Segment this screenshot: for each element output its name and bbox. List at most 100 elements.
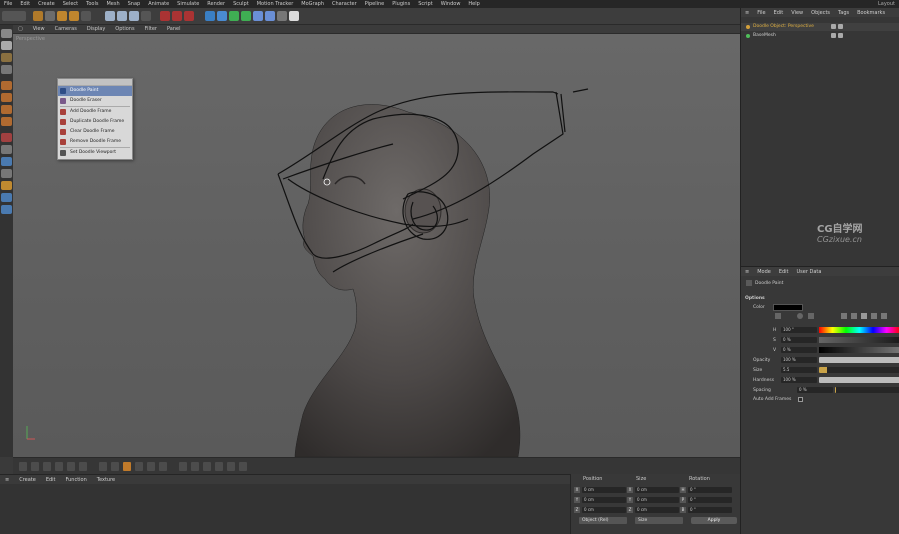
object-menu-objects[interactable]: Objects [807, 10, 834, 16]
color-swatch[interactable] [773, 304, 803, 311]
coord-field[interactable]: 0 cm [635, 497, 679, 503]
menu-edit[interactable]: Edit [16, 0, 34, 8]
menu-file[interactable]: File [0, 0, 16, 8]
hue-slider[interactable] [819, 327, 899, 333]
visibility-icon[interactable] [831, 24, 836, 29]
prev-key-icon[interactable] [31, 462, 39, 471]
pla-icon[interactable] [227, 462, 235, 471]
material-panel-icon[interactable]: ≡ [0, 477, 14, 483]
doodle-menu-header[interactable] [58, 79, 132, 86]
tweak-icon[interactable] [1, 133, 12, 142]
menu-simulate[interactable]: Simulate [173, 0, 203, 8]
polygons-mode-icon[interactable] [1, 105, 12, 114]
set-doodle-viewport-item[interactable]: Set Doodle Viewport [58, 148, 132, 158]
lock-icon[interactable] [1, 157, 12, 166]
menu-script[interactable]: Script [414, 0, 437, 8]
value-field[interactable]: 0 % [781, 347, 817, 353]
schematic-icon[interactable] [239, 462, 247, 471]
menu-help[interactable]: Help [464, 0, 483, 8]
coord-mode-dropdown[interactable]: Object (Rel) [579, 517, 627, 524]
mixer-icon[interactable] [871, 313, 877, 319]
nurbs-icon[interactable] [229, 11, 239, 21]
move-tool-icon[interactable] [45, 11, 55, 21]
rotate-tool-icon[interactable] [69, 11, 79, 21]
camera-icon[interactable] [277, 11, 287, 21]
menu-mesh[interactable]: Mesh [102, 0, 123, 8]
coord-field[interactable]: 0 cm [582, 487, 626, 493]
cube-object-icon[interactable] [205, 11, 215, 21]
scale-tool-icon[interactable] [57, 11, 67, 21]
object-row-doodle[interactable]: Doodle Object: Perspective [741, 23, 899, 31]
axis-mode-icon[interactable] [1, 117, 12, 126]
menu-sculpt[interactable]: Sculpt [229, 0, 253, 8]
duplicate-doodle-frame-item[interactable]: Duplicate Doodle Frame [58, 117, 132, 127]
deformer-icon[interactable] [253, 11, 263, 21]
paint-icon[interactable] [1, 193, 12, 202]
value-slider[interactable] [819, 347, 899, 353]
menu-window[interactable]: Window [437, 0, 465, 8]
menu-character[interactable]: Character [328, 0, 361, 8]
object-row-basemesh[interactable]: BaseMesh [741, 32, 899, 40]
auto-key-icon[interactable] [135, 462, 143, 471]
coord-field[interactable]: 0 ° [688, 507, 732, 513]
doodle-eraser-item[interactable]: Doodle Eraser [58, 96, 132, 106]
prev-frame-icon[interactable] [43, 462, 51, 471]
play-back-icon[interactable] [55, 462, 63, 471]
add-doodle-frame-item[interactable]: Add Doodle Frame [58, 107, 132, 117]
object-panel-icon[interactable]: ≡ [741, 10, 753, 16]
rgb-icon[interactable] [841, 313, 847, 319]
visibility-icon[interactable] [831, 33, 836, 38]
size-field[interactable]: 5.5 [781, 367, 817, 373]
object-menu-file[interactable]: File [753, 10, 769, 16]
check-icon[interactable] [838, 24, 843, 29]
object-menu-tags[interactable]: Tags [834, 10, 853, 16]
record-icon[interactable] [123, 462, 131, 471]
kelvin-icon[interactable] [861, 313, 867, 319]
next-key-icon[interactable] [99, 462, 107, 471]
layout-label[interactable]: Layout [878, 0, 895, 8]
array-icon[interactable] [241, 11, 251, 21]
check-icon[interactable] [838, 33, 843, 38]
opacity-slider[interactable] [819, 357, 899, 363]
attr-menu-mode[interactable]: Mode [753, 269, 775, 275]
viewport-menu-cameras[interactable]: Cameras [50, 26, 82, 32]
attr-menu-userdata[interactable]: User Data [793, 269, 826, 275]
swatches-icon[interactable] [881, 313, 887, 319]
edges-mode-icon[interactable] [1, 93, 12, 102]
spacing-slider[interactable] [835, 387, 899, 393]
render-view-icon[interactable] [160, 11, 170, 21]
axis-z-icon[interactable] [129, 11, 139, 21]
rotation-key-icon[interactable] [191, 462, 199, 471]
saturation-slider[interactable] [819, 337, 899, 343]
menu-snap[interactable]: Snap [124, 0, 145, 8]
hsv-icon[interactable] [851, 313, 857, 319]
menu-select[interactable]: Select [59, 0, 82, 8]
keyframe-icon[interactable] [147, 462, 155, 471]
apply-button[interactable]: Apply [691, 517, 737, 524]
make-editable-icon[interactable] [1, 29, 12, 38]
spacing-field[interactable]: 0 % [797, 387, 833, 393]
material-menu-texture[interactable]: Texture [92, 477, 120, 483]
picture-icon[interactable] [808, 313, 814, 319]
sculpt-icon[interactable] [1, 181, 12, 190]
menu-plugins[interactable]: Plugins [388, 0, 414, 8]
viewport-menu-options[interactable]: Options [110, 26, 139, 32]
size-slider[interactable] [819, 367, 899, 373]
live-select-icon[interactable] [81, 11, 91, 21]
viewport-menu-display[interactable]: Display [82, 26, 110, 32]
viewport-menu-filter[interactable]: Filter [140, 26, 162, 32]
position-key-icon[interactable] [179, 462, 187, 471]
play-icon[interactable] [67, 462, 75, 471]
menu-mograph[interactable]: MoGraph [297, 0, 328, 8]
opacity-field[interactable]: 100 % [781, 357, 817, 363]
attr-panel-icon[interactable]: ≡ [741, 269, 753, 275]
menu-motion-tracker[interactable]: Motion Tracker [253, 0, 298, 8]
light-icon[interactable] [289, 11, 299, 21]
motion-icon[interactable] [159, 462, 167, 471]
viewport-menu-panel[interactable]: Panel [162, 26, 186, 32]
undo-icon[interactable] [2, 11, 26, 21]
select-tool-icon[interactable] [33, 11, 43, 21]
axis-x-icon[interactable] [105, 11, 115, 21]
coord-field[interactable]: 0 cm [582, 497, 626, 503]
menu-tools[interactable]: Tools [82, 0, 102, 8]
